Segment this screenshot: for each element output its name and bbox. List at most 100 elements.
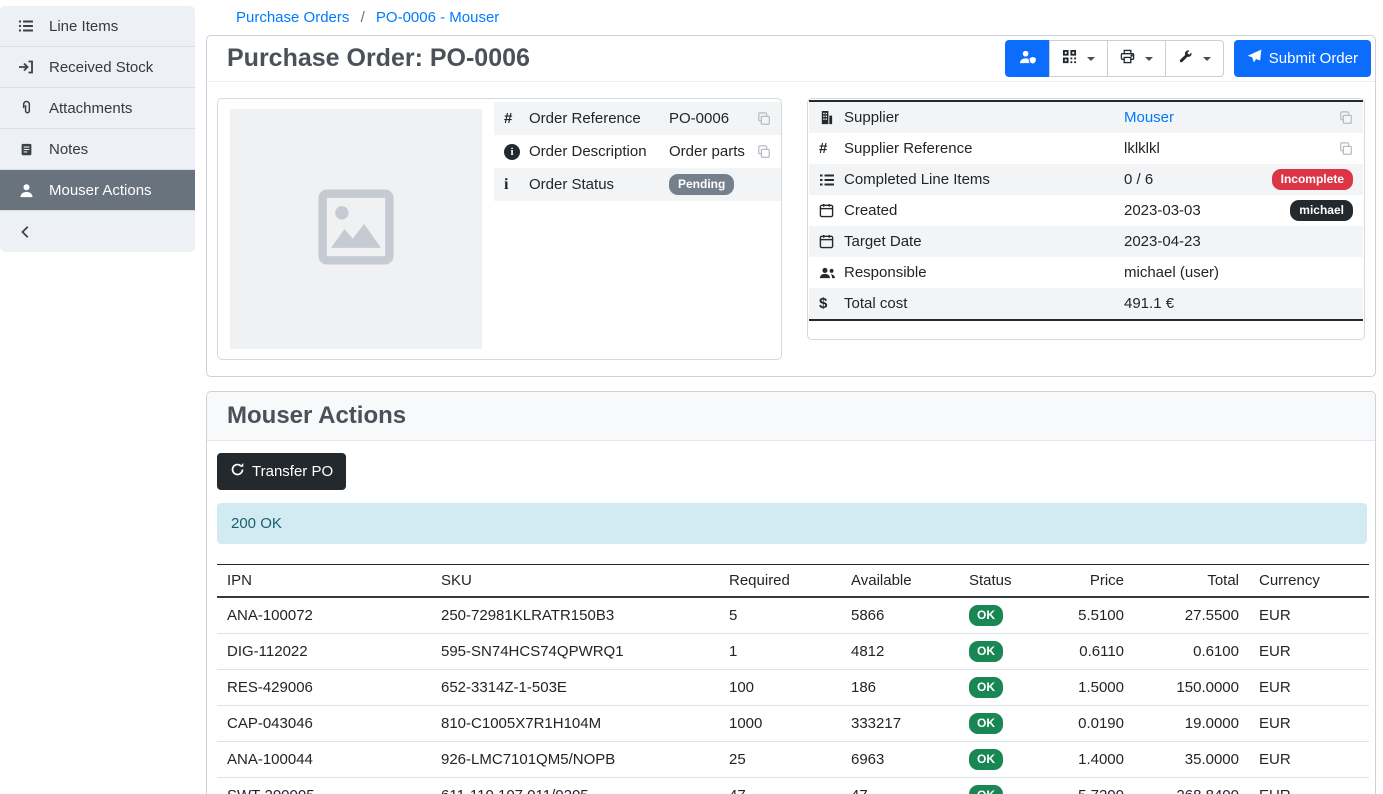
cell-sku: 810-C1005X7R1H104M [431,706,719,742]
cell-ipn: RES-429006 [217,670,431,706]
detail-value: 2023-03-03 [1124,202,1290,219]
copy-icon[interactable] [757,112,771,126]
breadcrumb-link-purchase-orders[interactable]: Purchase Orders [236,9,349,26]
settings-menu-button[interactable] [1165,40,1224,77]
detail-value: 491.1 € [1124,295,1353,312]
detail-value: PO-0006 [669,110,757,127]
chevron-down-icon [1087,57,1095,61]
copy-icon[interactable] [1339,111,1353,125]
cell-ipn: CAP-043046 [217,706,431,742]
hash-icon: # [819,140,844,157]
sidebar-item-label: Notes [49,141,88,158]
notes-icon [16,142,36,157]
cell-required: 1 [719,634,841,670]
detail-value: lklklkl [1124,140,1339,157]
sidebar-collapse-button[interactable] [0,211,195,252]
chevron-left-icon [16,225,36,239]
supplier-link[interactable]: Mouser [1124,109,1174,126]
list-icon [16,18,36,34]
status-badge: Pending [669,174,734,195]
detail-row-completed-line-items: Completed Line Items 0 / 6 Incomplete [809,164,1363,195]
detail-label: Responsible [844,264,1124,281]
sidebar-item-attachments[interactable]: Attachments [0,88,195,129]
parts-table-header-row: IPN SKU Required Available Status Price … [217,565,1369,598]
cell-status: OK [959,597,1049,634]
parts-table-row: RES-429006652-3314Z-1-503E100186OK1.5000… [217,670,1369,706]
cell-total: 0.6100 [1134,634,1249,670]
image-placeholder-icon [297,177,415,281]
sidebar-item-mouser-actions[interactable]: Mouser Actions [0,170,195,211]
users-icon [819,266,844,280]
transfer-po-button[interactable]: Transfer PO [217,453,346,490]
page-title: Purchase Order: PO-0006 [227,44,530,73]
detail-value: Mouser [1124,109,1339,126]
info-circle-icon: i [504,144,529,160]
copy-icon[interactable] [757,145,771,159]
list-check-icon [819,172,844,188]
cell-required: 47 [719,778,841,794]
col-header-required: Required [719,565,841,598]
breadcrumb-separator: / [361,9,365,26]
breadcrumb-link-current[interactable]: PO-0006 - Mouser [376,9,499,26]
parts-table-row: ANA-100072250-72981KLRATR150B355866OK5.5… [217,597,1369,634]
parts-table-row: DIG-112022595-SN74HCS74QPWRQ114812OK0.61… [217,634,1369,670]
cell-sku: 595-SN74HCS74QPWRQ1 [431,634,719,670]
calendar-icon [819,234,844,249]
paper-plane-icon [1247,49,1262,68]
roles-button[interactable] [1005,40,1050,77]
sidebar-item-line-items[interactable]: Line Items [0,6,195,47]
transfer-po-label: Transfer PO [252,463,333,480]
parts-table: IPN SKU Required Available Status Price … [217,564,1369,794]
calendar-icon [819,203,844,218]
submit-order-button[interactable]: Submit Order [1234,40,1371,77]
status-ok-badge: OK [969,641,1003,662]
header-actions: Submit Order [1005,40,1371,77]
status-ok-badge: OK [969,785,1003,794]
page: Line Items Received Stock Attachments No… [0,0,1383,794]
cell-total: 268.8400 [1134,778,1249,794]
cell-price: 0.6110 [1049,634,1134,670]
user-badge: michael [1290,200,1353,221]
col-header-ipn: IPN [217,565,431,598]
building-icon [819,110,844,125]
barcode-menu-button[interactable] [1049,40,1108,77]
cell-available: 186 [841,670,959,706]
sidebar-item-received-stock[interactable]: Received Stock [0,47,195,88]
cell-price: 0.0190 [1049,706,1134,742]
detail-row-responsible: Responsible michael (user) [809,257,1363,288]
cell-price: 5.7200 [1049,778,1134,794]
copy-icon[interactable] [1339,142,1353,156]
order-image-placeholder[interactable] [230,109,482,349]
refresh-icon [230,462,245,481]
cell-status: OK [959,634,1049,670]
detail-label: Target Date [844,233,1124,250]
cell-required: 25 [719,742,841,778]
cell-ipn: ANA-100072 [217,597,431,634]
detail-label: Completed Line Items [844,171,1124,188]
dollar-icon: $ [819,295,844,312]
detail-row-target-date: Target Date 2023-04-23 [809,226,1363,257]
parts-table-row: CAP-043046810-C1005X7R1H104M1000333217OK… [217,706,1369,742]
cell-currency: EUR [1249,634,1369,670]
hash-icon: # [504,110,529,127]
cell-available: 4812 [841,634,959,670]
status-ok-badge: OK [969,749,1003,770]
detail-label: Created [844,202,1124,219]
status-ok-badge: OK [969,677,1003,698]
detail-label: Supplier Reference [844,140,1124,157]
printer-icon [1120,49,1135,68]
sidebar-item-notes[interactable]: Notes [0,129,195,170]
cell-currency: EUR [1249,670,1369,706]
print-menu-button[interactable] [1107,40,1166,77]
detail-value: Order parts [669,143,757,160]
detail-value: michael (user) [1124,264,1353,281]
cell-sku: 652-3314Z-1-503E [431,670,719,706]
breadcrumb: Purchase Orders / PO-0006 - Mouser [206,0,1376,35]
user-shield-icon [1018,49,1037,69]
cell-ipn: ANA-100044 [217,742,431,778]
mouser-actions-panel: Mouser Actions Transfer PO 200 OK [206,391,1376,794]
parts-table-row: ANA-100044926-LMC7101QM5/NOPB256963OK1.4… [217,742,1369,778]
detail-label: Order Description [529,143,669,160]
order-details-table: # Order Reference PO-0006 i Order Descri… [494,102,781,359]
cell-sku: 926-LMC7101QM5/NOPB [431,742,719,778]
